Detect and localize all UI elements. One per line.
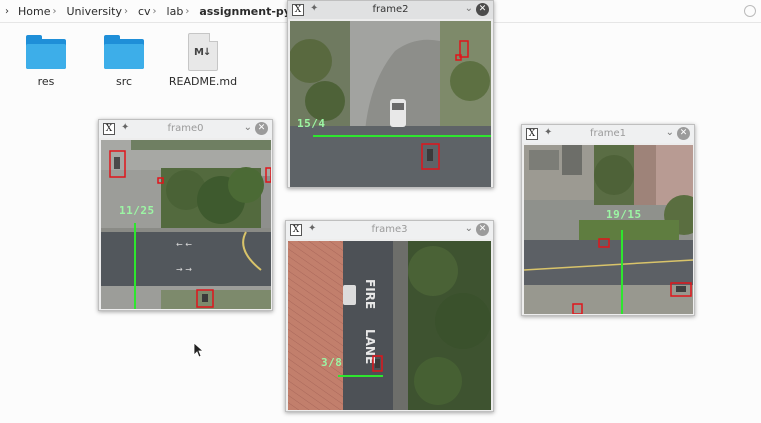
aerial-scene-image: ← ← → → [101, 140, 271, 309]
chevron-down-icon[interactable]: ⌄ [465, 223, 473, 234]
svg-text:← ←: ← ← [176, 240, 192, 249]
svg-text:FIRE: FIRE [363, 279, 377, 309]
video-frame: 15/4 [290, 21, 491, 187]
folder-icon [104, 35, 144, 69]
video-frame: FIRE LANE 3/8 [288, 241, 491, 410]
breadcrumb-separator-icon: › [152, 5, 157, 17]
vehicle-count-label: 15/4 [297, 117, 326, 130]
breadcrumb-home-label: Home [18, 4, 51, 18]
window-titlebar[interactable]: X ✦ frame2 ⌄ ✕ [288, 1, 493, 19]
breadcrumb-university-label: University [66, 4, 122, 18]
file-item-src[interactable]: src [89, 35, 159, 88]
window-frame2[interactable]: X ✦ frame2 ⌄ ✕ 15/4 [287, 0, 494, 188]
breadcrumb-home[interactable]: Home › [14, 0, 62, 22]
close-icon[interactable]: ✕ [476, 223, 489, 236]
aerial-scene-image [524, 145, 693, 314]
breadcrumb-separator-icon: › [52, 5, 57, 17]
breadcrumb-separator-icon: › [123, 5, 128, 17]
window-titlebar[interactable]: X ✦ frame0 ⌄ ✕ [99, 120, 272, 138]
folder-icon [26, 35, 66, 69]
breadcrumb-cv[interactable]: cv › [134, 0, 163, 22]
mouse-pointer-icon [193, 342, 203, 358]
svg-text:→ →: → → [176, 265, 192, 274]
close-icon[interactable]: ✕ [255, 122, 268, 135]
breadcrumb-lab[interactable]: lab › [163, 0, 196, 22]
window-title: frame3 [371, 224, 408, 235]
breadcrumb-lab-label: lab [166, 4, 184, 18]
file-name: src [115, 75, 133, 88]
video-frame: ← ← → → 11/25 [101, 140, 271, 309]
chevron-down-icon[interactable]: ⌄ [666, 127, 674, 138]
markdown-file-icon: M↓ [188, 33, 218, 71]
breadcrumb-back-arrow-icon[interactable]: › [0, 6, 14, 17]
breadcrumb-cv-label: cv [137, 4, 151, 18]
file-item-readme[interactable]: M↓ README.md [168, 33, 238, 88]
aerial-scene-image: FIRE LANE [288, 241, 491, 410]
chevron-down-icon[interactable]: ⌄ [465, 3, 473, 14]
close-icon[interactable]: ✕ [677, 127, 690, 140]
file-item-res[interactable]: res [11, 35, 81, 88]
close-icon[interactable]: ✕ [476, 3, 489, 16]
chevron-down-icon[interactable]: ⌄ [244, 122, 252, 133]
svg-text:LANE: LANE [363, 329, 377, 364]
window-titlebar[interactable]: X ✦ frame1 ⌄ ✕ [522, 125, 694, 143]
scrollbar-up-icon[interactable] [743, 0, 757, 22]
window-frame0[interactable]: X ✦ frame0 ⌄ ✕ ← ← → → 11/25 [98, 119, 273, 311]
vehicle-count-label: 19/15 [606, 208, 642, 221]
file-name: res [37, 75, 55, 88]
file-name: README.md [168, 75, 238, 88]
window-frame1[interactable]: X ✦ frame1 ⌄ ✕ 19/15 [521, 124, 695, 316]
vehicle-count-label: 3/8 [321, 356, 343, 369]
aerial-scene-image [290, 21, 491, 187]
breadcrumb-university[interactable]: University › [62, 0, 134, 22]
window-titlebar[interactable]: X ✦ frame3 ⌄ ✕ [286, 221, 493, 239]
breadcrumb-separator-icon: › [185, 5, 190, 17]
window-title: frame2 [372, 4, 409, 15]
video-frame: 19/15 [524, 145, 693, 314]
window-frame3[interactable]: X ✦ frame3 ⌄ ✕ FIRE LANE 3/8 [285, 220, 494, 412]
vehicle-count-label: 11/25 [119, 204, 155, 217]
